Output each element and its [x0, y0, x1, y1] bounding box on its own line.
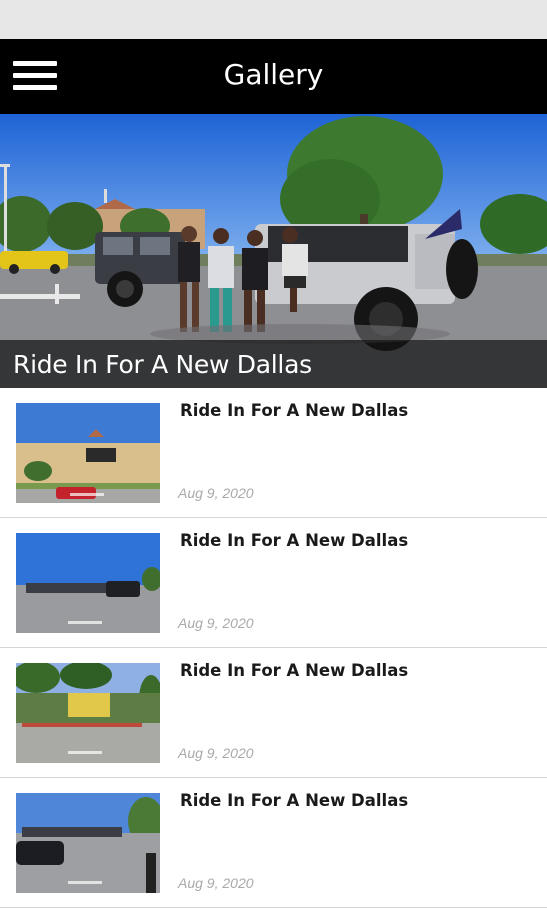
featured-caption: Ride In For A New Dallas — [13, 350, 312, 379]
gallery-item-title: Ride In For A New Dallas — [180, 401, 409, 420]
featured-photo[interactable]: Ride In For A New Dallas — [0, 114, 547, 388]
gallery-item-date: Aug 9, 2020 — [178, 875, 254, 891]
gallery-item-date: Aug 9, 2020 — [178, 485, 254, 501]
gallery-thumbnail — [16, 663, 160, 763]
gallery-list: Ride In For A New Dallas Aug 9, 2020 Rid… — [0, 388, 547, 908]
featured-caption-bar: Ride In For A New Dallas — [0, 340, 547, 388]
page-title: Gallery — [223, 58, 324, 91]
app-bar: Gallery — [0, 39, 547, 114]
gallery-list-item[interactable]: Ride In For A New Dallas Aug 9, 2020 — [0, 778, 547, 908]
gallery-item-title: Ride In For A New Dallas — [180, 531, 409, 550]
gallery-item-date: Aug 9, 2020 — [178, 615, 254, 631]
gallery-list-item[interactable]: Ride In For A New Dallas Aug 9, 2020 — [0, 518, 547, 648]
gallery-list-item[interactable]: Ride In For A New Dallas Aug 9, 2020 — [0, 388, 547, 518]
gallery-item-title: Ride In For A New Dallas — [180, 661, 409, 680]
status-bar — [0, 0, 547, 39]
gallery-item-date: Aug 9, 2020 — [178, 745, 254, 761]
gallery-thumbnail — [16, 533, 160, 633]
gallery-list-item[interactable]: Ride In For A New Dallas Aug 9, 2020 — [0, 648, 547, 778]
gallery-thumbnail — [16, 793, 160, 893]
gallery-item-title: Ride In For A New Dallas — [180, 791, 409, 810]
gallery-thumbnail — [16, 403, 160, 503]
